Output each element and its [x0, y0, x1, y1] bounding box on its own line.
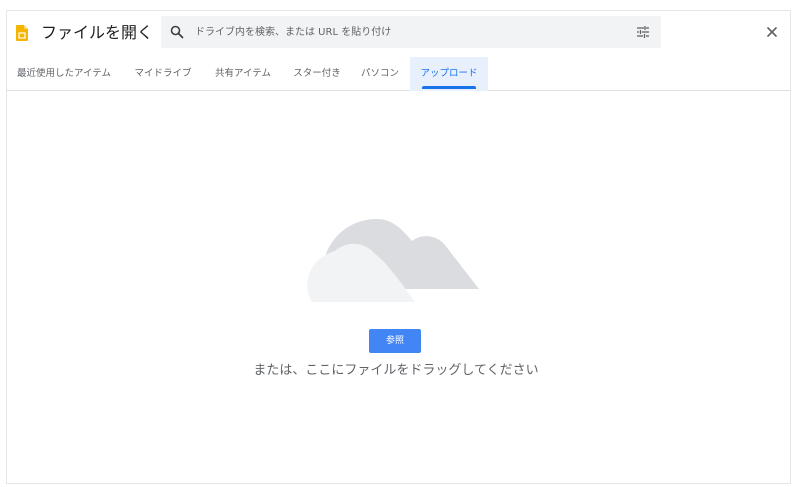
dialog-header: ファイルを開く: [7, 11, 790, 57]
tab-upload[interactable]: アップロード: [410, 57, 488, 91]
search-box[interactable]: [161, 16, 661, 48]
drop-hint: または、ここにファイルをドラッグしてください: [253, 363, 539, 378]
open-file-dialog: ファイルを開く 最近使用したアイテム マイドライブ 共有アイテム スター付: [6, 10, 791, 484]
tune-icon[interactable]: [636, 25, 650, 39]
search-input[interactable]: [195, 16, 615, 48]
tab-bar: 最近使用したアイテム マイドライブ 共有アイテム スター付き パソコン アップロ…: [7, 57, 790, 91]
close-icon[interactable]: [766, 26, 778, 38]
tab-recent[interactable]: 最近使用したアイテム: [7, 57, 121, 91]
docs-file-icon: [16, 25, 28, 41]
tab-my-drive[interactable]: マイドライブ: [127, 57, 199, 91]
browse-button[interactable]: 参照: [369, 329, 421, 353]
tab-starred[interactable]: スター付き: [285, 57, 349, 91]
search-icon[interactable]: [170, 25, 184, 39]
dialog-title: ファイルを開く: [41, 23, 154, 42]
cloud-illustration: [307, 219, 479, 302]
tab-computers[interactable]: パソコン: [353, 57, 407, 91]
tab-shared[interactable]: 共有アイテム: [207, 57, 279, 91]
